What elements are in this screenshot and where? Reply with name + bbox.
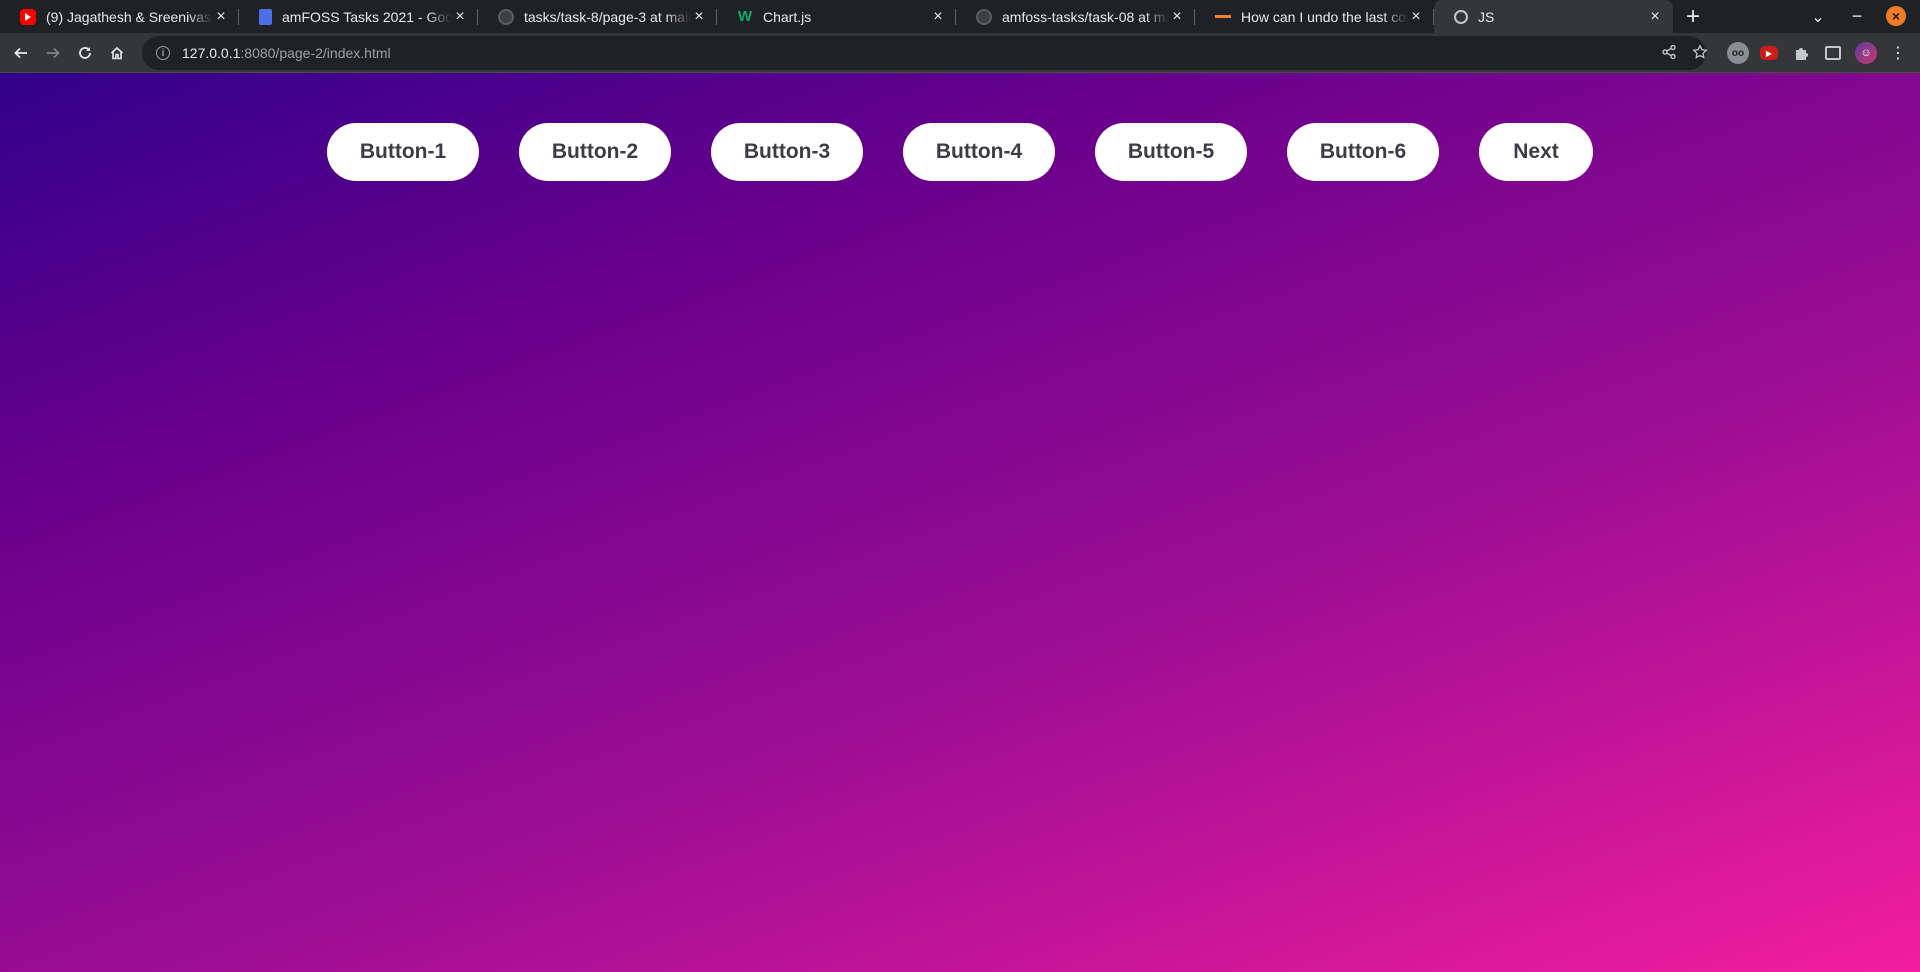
site-info-icon[interactable]: i	[156, 46, 170, 60]
tab-search-icon[interactable]: ⌄	[1806, 0, 1830, 33]
tab-title: tasks/task-8/page-3 at main	[524, 8, 691, 25]
close-icon[interactable]: ×	[1647, 8, 1663, 25]
chartjs-icon: W	[737, 8, 753, 25]
tab-google-docs[interactable]: amFOSS Tasks 2021 - Google Do ×	[239, 0, 478, 33]
share-icon[interactable]	[1661, 44, 1677, 65]
tab-title: JS	[1478, 8, 1495, 25]
github-icon	[498, 8, 514, 25]
close-icon[interactable]: ×	[452, 8, 468, 25]
reload-icon[interactable]	[73, 41, 97, 65]
button-3[interactable]: Button-3	[711, 123, 863, 181]
browser-toolbar: i 127.0.0.1 :8080/page-2/index.html oo ▶…	[0, 33, 1920, 73]
new-tab-button[interactable]: +	[1673, 0, 1713, 33]
tab-strip: (9) Jagathesh & Sreenivasan M × amFOSS T…	[0, 0, 1920, 33]
profile-avatar[interactable]: ☺	[1855, 42, 1877, 64]
tab-title: amFOSS Tasks 2021 - Google Do	[282, 8, 452, 25]
tab-chartjs[interactable]: W Chart.js ×	[717, 0, 956, 33]
close-icon[interactable]: ×	[213, 8, 229, 25]
tab-title: Chart.js	[763, 8, 812, 25]
stackoverflow-icon	[1215, 9, 1231, 25]
close-icon[interactable]: ×	[1169, 8, 1185, 25]
minimize-icon[interactable]: −	[1845, 0, 1869, 33]
close-icon[interactable]: ×	[1408, 8, 1424, 25]
forward-icon[interactable]	[41, 41, 65, 65]
button-2[interactable]: Button-2	[519, 123, 671, 181]
button-1[interactable]: Button-1	[327, 123, 479, 181]
tab-title: (9) Jagathesh & Sreenivasan M	[46, 8, 213, 25]
tab-title: amfoss-tasks/task-08 at main	[1002, 8, 1169, 25]
home-icon[interactable]	[105, 41, 129, 65]
url-host: 127.0.0.1	[182, 45, 241, 61]
tab-youtube[interactable]: (9) Jagathesh & Sreenivasan M ×	[0, 0, 239, 33]
button-row: Button-1 Button-2 Button-3 Button-4 Butt…	[0, 123, 1920, 181]
button-4[interactable]: Button-4	[903, 123, 1055, 181]
tab-github-task08[interactable]: amfoss-tasks/task-08 at main ×	[956, 0, 1195, 33]
button-6[interactable]: Button-6	[1287, 123, 1439, 181]
globe-icon	[1454, 9, 1468, 24]
owl-extension-icon[interactable]: oo	[1727, 42, 1749, 64]
google-docs-icon	[259, 8, 272, 25]
address-bar[interactable]: i 127.0.0.1 :8080/page-2/index.html	[142, 36, 1708, 70]
back-icon[interactable]	[9, 41, 33, 65]
next-button[interactable]: Next	[1479, 123, 1593, 181]
url-path: :8080/page-2/index.html	[240, 45, 391, 61]
side-panel-icon[interactable]	[1825, 46, 1841, 60]
puzzle-icon[interactable]	[1790, 42, 1812, 64]
tab-stackoverflow[interactable]: How can I undo the last comm ×	[1195, 0, 1434, 33]
tab-github-task8[interactable]: tasks/task-8/page-3 at main ×	[478, 0, 717, 33]
youtube-extension-icon[interactable]: ▶	[1760, 46, 1778, 60]
close-icon[interactable]: ×	[930, 8, 946, 25]
youtube-icon	[20, 8, 36, 25]
menu-kebab-icon[interactable]: ⋮	[1886, 41, 1910, 65]
tab-js-active[interactable]: JS ×	[1434, 0, 1673, 33]
window-close-icon[interactable]: ×	[1886, 6, 1906, 26]
bookmark-star-icon[interactable]	[1692, 44, 1708, 65]
button-5[interactable]: Button-5	[1095, 123, 1247, 181]
close-icon[interactable]: ×	[691, 8, 707, 25]
github-icon	[976, 8, 992, 25]
tab-title: How can I undo the last comm	[1241, 8, 1408, 25]
page-viewport: Button-1 Button-2 Button-3 Button-4 Butt…	[0, 73, 1920, 972]
